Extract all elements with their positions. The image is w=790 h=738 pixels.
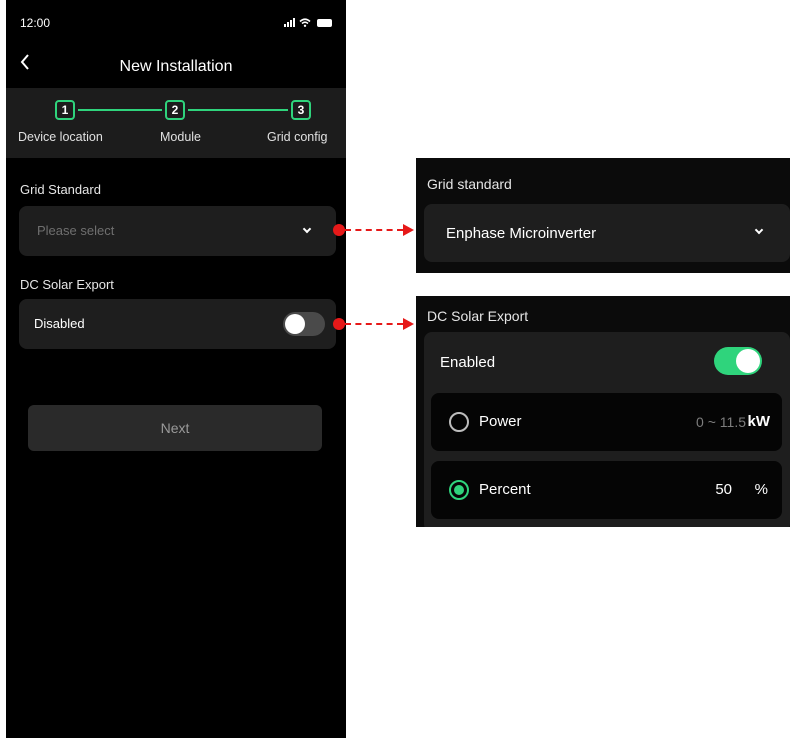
toggle-knob bbox=[285, 314, 305, 334]
grid-standard-label: Grid Standard bbox=[20, 182, 101, 197]
percent-option-label: Percent bbox=[479, 481, 531, 498]
power-range[interactable]: 0 ~ 11.5 bbox=[696, 414, 746, 430]
dc-solar-export-state: Enabled bbox=[440, 354, 496, 371]
step-3-badge: 3 bbox=[291, 100, 311, 120]
status-time: 12:00 bbox=[20, 16, 51, 30]
battery-icon bbox=[317, 18, 332, 27]
next-button[interactable]: Next bbox=[28, 405, 322, 451]
phone-screen: 12:00 New Installation 1 2 3 Device loca… bbox=[6, 0, 346, 738]
nav-bar: New Installation bbox=[6, 48, 346, 84]
percent-unit: % bbox=[754, 481, 768, 498]
step-1-label: Device location bbox=[18, 130, 103, 144]
callout-dashed-line bbox=[345, 229, 403, 231]
radio-unchecked-icon[interactable] bbox=[449, 412, 469, 432]
percent-option[interactable]: Percent 50 % bbox=[431, 461, 782, 519]
wifi-icon bbox=[299, 18, 311, 27]
dc-solar-export-state: Disabled bbox=[34, 316, 85, 331]
callout-arrow-icon bbox=[403, 318, 414, 330]
power-option[interactable]: Power 0 ~ 11.5 kW bbox=[431, 393, 782, 451]
dc-solar-export-row: Disabled bbox=[19, 299, 336, 349]
dc-solar-export-card: Enabled Power 0 ~ 11.5 kW Percent 50 % bbox=[424, 332, 790, 527]
status-bar: 12:00 bbox=[6, 0, 346, 44]
dc-solar-export-toggle-on[interactable] bbox=[714, 347, 762, 375]
grid-standard-select[interactable]: Please select bbox=[19, 206, 336, 256]
callout-dot bbox=[333, 318, 345, 330]
callout-grid-title: Grid standard bbox=[427, 176, 512, 192]
step-2-label: Module bbox=[160, 130, 201, 144]
power-unit: kW bbox=[747, 413, 771, 430]
chevron-down-icon bbox=[302, 224, 312, 234]
step-3-label: Grid config bbox=[267, 130, 328, 144]
callout-dc-title: DC Solar Export bbox=[427, 308, 529, 324]
percent-value[interactable]: 50 bbox=[715, 481, 732, 498]
dc-solar-export-label: DC Solar Export bbox=[20, 277, 114, 292]
power-option-label: Power bbox=[479, 413, 522, 430]
page-title: New Installation bbox=[119, 58, 233, 75]
callout-arrow-icon bbox=[403, 224, 414, 236]
stepper: 1 2 3 Device location Module Grid config bbox=[6, 88, 346, 158]
dc-solar-export-callout: DC Solar Export Enabled Power 0 ~ 11.5 k… bbox=[416, 296, 790, 527]
toggle-knob bbox=[736, 349, 760, 373]
chevron-down-icon bbox=[754, 225, 764, 235]
step-2-badge: 2 bbox=[165, 100, 185, 120]
step-connector bbox=[78, 109, 162, 111]
signal-icon bbox=[284, 18, 295, 27]
callout-dashed-line bbox=[345, 323, 403, 325]
step-1-badge: 1 bbox=[55, 100, 75, 120]
status-icons bbox=[284, 18, 332, 27]
step-connector bbox=[188, 109, 288, 111]
radio-checked-icon[interactable] bbox=[449, 480, 469, 500]
callout-dot bbox=[333, 224, 345, 236]
grid-standard-callout: Grid standard Enphase Microinverter bbox=[416, 158, 790, 273]
grid-standard-value: Enphase Microinverter bbox=[446, 225, 597, 242]
dc-solar-export-toggle[interactable] bbox=[283, 312, 325, 336]
grid-standard-placeholder: Please select bbox=[37, 223, 115, 238]
grid-standard-select-filled[interactable]: Enphase Microinverter bbox=[424, 204, 790, 262]
